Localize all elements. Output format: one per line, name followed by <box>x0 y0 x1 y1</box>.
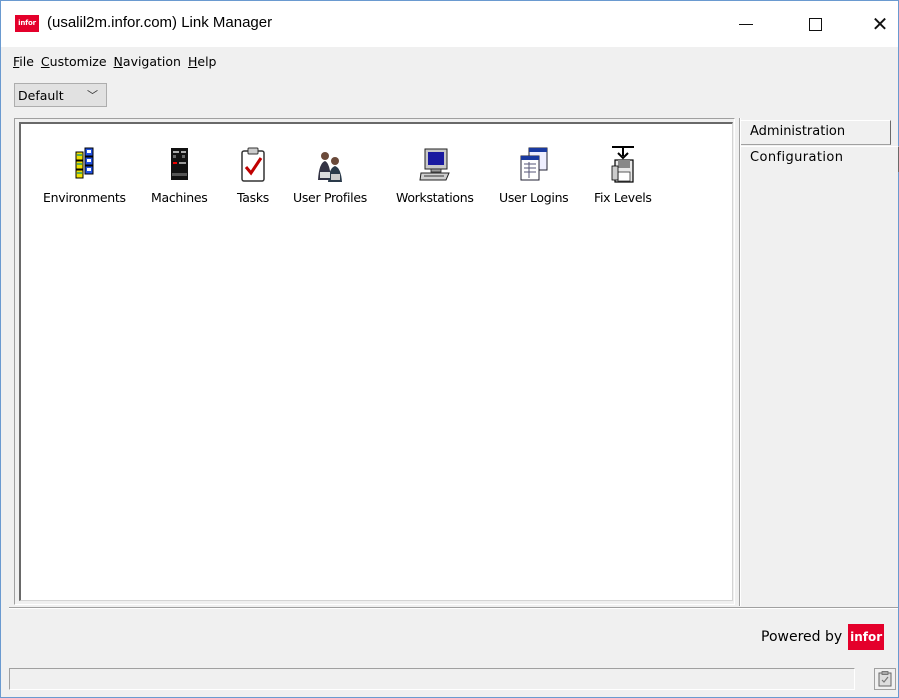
fix-levels-label: Fix Levels <box>594 190 652 205</box>
workstations-icon <box>419 148 450 181</box>
workstations-label: Workstations <box>396 190 474 205</box>
user-logins-label: User Logins <box>499 190 569 205</box>
close-icon: ✕ <box>871 12 889 36</box>
fix-levels-item[interactable]: Fix Levels <box>594 146 652 205</box>
tasks-item[interactable]: Tasks <box>236 146 270 205</box>
environments-item[interactable]: Environments <box>43 146 126 205</box>
maximize-icon <box>808 17 822 31</box>
window-title: (usalil2m.infor.com) Link Manager <box>47 14 273 31</box>
user-profiles-item[interactable]: User Profiles <box>293 146 367 205</box>
machines-icon <box>171 148 189 180</box>
tasks-label: Tasks <box>237 190 269 205</box>
title-bar[interactable]: infor (usalil2m.infor.com) Link Manager … <box>1 1 898 47</box>
status-bar <box>9 668 855 690</box>
view-dropdown-value: Default <box>18 87 64 103</box>
tab-administration[interactable]: Administration <box>741 120 891 145</box>
app-logo-icon: infor <box>15 15 39 32</box>
menu-navigation[interactable]: Navigation <box>114 54 181 69</box>
powered-by-text: Powered by <box>761 629 843 645</box>
configuration-panel: Environments Machines Tasks User Profile… <box>19 122 733 601</box>
user-logins-icon <box>520 147 548 181</box>
tab-configuration[interactable]: Configuration <box>741 146 899 172</box>
powered-by: Powered by infor <box>761 624 885 650</box>
user-profiles-label: User Profiles <box>293 190 367 205</box>
user-logins-item[interactable]: User Logins <box>499 146 569 205</box>
user-profiles-icon <box>317 152 342 182</box>
menu-customize[interactable]: Customize <box>41 54 107 69</box>
view-dropdown[interactable]: Default ﹀ <box>14 83 107 107</box>
fix-levels-icon <box>611 146 634 183</box>
app-window: infor (usalil2m.infor.com) Link Manager … <box>0 0 899 698</box>
tasks-icon <box>241 147 265 182</box>
environments-label: Environments <box>43 190 126 205</box>
clipboard-icon[interactable] <box>874 668 896 690</box>
minimize-button[interactable] <box>723 1 769 47</box>
environments-icon <box>75 147 94 179</box>
maximize-button[interactable] <box>792 1 838 47</box>
close-button[interactable]: ✕ <box>857 1 899 47</box>
infor-logo: infor <box>848 624 885 650</box>
menu-help[interactable]: Help <box>188 54 217 69</box>
workstations-item[interactable]: Workstations <box>396 146 474 205</box>
chevron-down-icon: ﹀ <box>87 89 98 102</box>
menu-bar: File Customize Navigation Help <box>1 50 898 72</box>
bottom-separator <box>9 607 898 609</box>
tabs-divider <box>739 118 741 606</box>
machines-item[interactable]: Machines <box>151 146 208 205</box>
minimize-icon <box>739 23 753 25</box>
machines-label: Machines <box>151 190 208 205</box>
menu-file[interactable]: File <box>13 54 34 69</box>
